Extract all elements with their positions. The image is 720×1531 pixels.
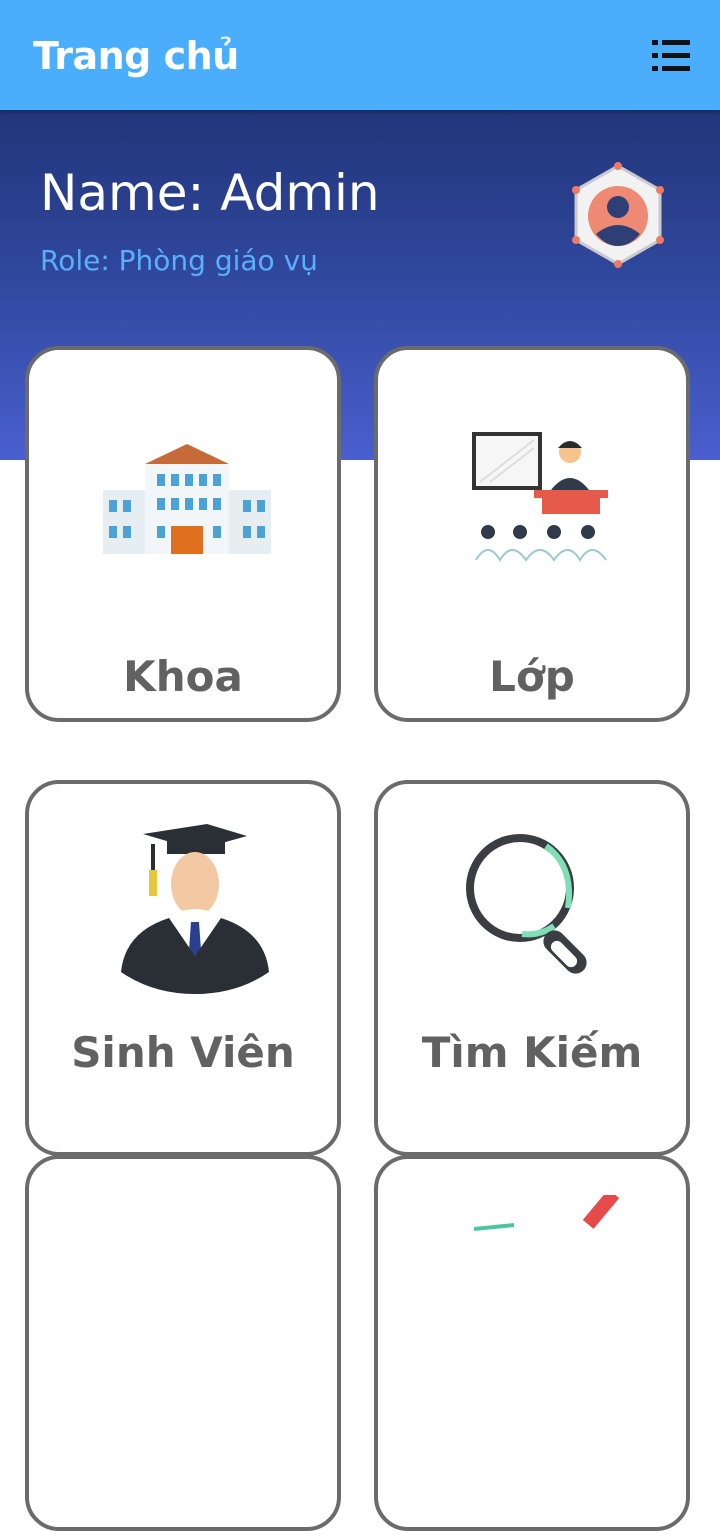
menu-card-tim-kiem[interactable]: Tìm Kiếm bbox=[374, 780, 690, 1156]
menu-card-label: Lớp bbox=[489, 652, 575, 701]
user-role: Role: Phòng giáo vụ bbox=[40, 244, 318, 277]
menu-card-sinh-vien[interactable]: Sinh Viên bbox=[25, 780, 341, 1156]
magnifier-icon bbox=[466, 834, 587, 974]
classroom-teacher-icon bbox=[472, 432, 608, 562]
school-building-icon bbox=[103, 444, 271, 554]
user-name: Name: Admin bbox=[40, 164, 380, 222]
chart-pencil-icon bbox=[474, 1195, 620, 1231]
menu-card-label: Khoa bbox=[123, 652, 243, 701]
menu-card-lop[interactable]: Lớp bbox=[374, 346, 690, 722]
menu-card-label: Sinh Viên bbox=[71, 1028, 295, 1077]
menu-card-label: Tìm Kiếm bbox=[421, 1028, 643, 1077]
user-hexagon-icon bbox=[572, 162, 664, 268]
profile-avatar[interactable] bbox=[566, 160, 670, 272]
menu-card-6[interactable] bbox=[374, 1155, 690, 1531]
menu-card-5[interactable] bbox=[25, 1155, 341, 1531]
menu-button[interactable] bbox=[648, 36, 694, 76]
app-bar: Trang chủ bbox=[0, 0, 720, 110]
menu-card-khoa[interactable]: Khoa bbox=[25, 346, 341, 722]
graduate-student-icon bbox=[121, 824, 269, 994]
page-title: Trang chủ bbox=[33, 34, 239, 78]
list-menu-icon bbox=[652, 40, 690, 71]
